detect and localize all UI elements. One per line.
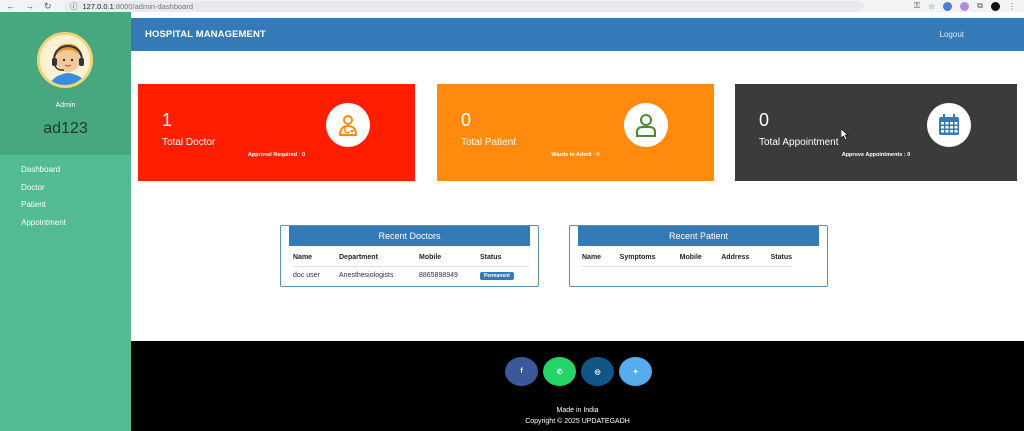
star-icon[interactable]: ☆ [928, 2, 935, 11]
sidebar-item-appointment[interactable]: Appointment [0, 214, 131, 232]
avatar-label: Admin [55, 102, 76, 109]
panel-title: Recent Patient [578, 226, 819, 246]
whatsapp-icon[interactable]: ✆ [543, 357, 576, 386]
url-path: :8000/admin-dashboard [113, 1, 194, 11]
social-links: f ✆ ◎ ✦ [505, 357, 652, 386]
card-count: 0 [759, 110, 770, 130]
status-badge: Permanent [480, 271, 514, 280]
footer-made-in: Made in India [556, 407, 599, 414]
browser-nav: ← → ↻ [0, 0, 64, 12]
doctor-icon [326, 103, 370, 147]
column-header: Status [480, 250, 529, 267]
column-header: Address [721, 250, 771, 267]
card-subtext: Wards to Admit : 0 [551, 152, 600, 158]
key-icon[interactable]: ⚿ [914, 1, 920, 11]
recent-patient-table: Name Symptoms Mobile Address Status [582, 250, 792, 267]
menu-icon[interactable]: ⋮ [1008, 2, 1016, 11]
avatar-icon [40, 35, 90, 85]
sidebar-item-dashboard[interactable]: Dashboard [0, 161, 131, 179]
doctor-mobile: 8865898949 [419, 271, 458, 279]
card-count: 0 [461, 110, 472, 130]
card-count: 1 [162, 110, 173, 130]
recent-doctors-panel: Recent Doctors Name Department Mobile St… [280, 225, 539, 287]
site-info-icon[interactable]: ⓘ [70, 1, 78, 12]
doctor-department: Anesthesiologists [339, 271, 394, 279]
table-row: doc user Anesthesiologists 8865898949 Pe… [293, 266, 529, 284]
extension-icon[interactable] [960, 1, 970, 11]
card-label: Total Appointment [759, 137, 839, 148]
total-appointment-card: 0 Total Appointment Approve Appointments… [735, 84, 1017, 181]
browser-toolbar: ← → ↻ ⓘ 127.0.0.1:8000/admin-dashboard ⚿… [0, 0, 1024, 12]
column-header: Mobile [419, 250, 480, 267]
recent-doctors-table: Name Department Mobile Status doc user A… [293, 250, 529, 284]
card-subtext: Approve Appointments : 0 [841, 152, 911, 158]
address-bar[interactable]: ⓘ 127.0.0.1:8000/admin-dashboard [64, 0, 864, 12]
card-subtext: Approval Required : 0 [247, 152, 306, 158]
recent-patient-panel: Recent Patient Name Symptoms Mobile Addr… [569, 225, 828, 287]
card-label: Total Doctor [162, 137, 216, 148]
back-icon[interactable]: ← [6, 0, 15, 12]
username: ad123 [43, 120, 88, 137]
panel-title: Recent Doctors [289, 226, 530, 246]
instagram-icon[interactable]: ◎ [581, 357, 614, 386]
browser-actions: ⚿ ☆ ⧉ ⋮ [914, 1, 1024, 11]
column-header: Name [582, 250, 620, 267]
url-host: 127.0.0.1 [82, 1, 114, 11]
sidebar-menu: Dashboard Doctor Patient Appointment [0, 155, 131, 231]
card-label: Total Patient [461, 137, 517, 148]
sidebar-item-doctor[interactable]: Doctor [0, 179, 131, 197]
doctor-name: doc user [293, 271, 320, 279]
user-icon [624, 103, 668, 147]
column-header: Name [293, 250, 339, 267]
column-header: Symptoms [619, 250, 680, 267]
footer: f ✆ ◎ ✦ Made in India Copyright © 2025 U… [131, 341, 1024, 431]
twitter-icon[interactable]: ✦ [619, 357, 652, 386]
avatar [37, 32, 93, 88]
sidebar-profile: Admin ad123 [0, 12, 131, 155]
total-doctor-card: 1 Total Doctor Approval Required : 0 [138, 84, 415, 181]
column-header: Status [770, 250, 792, 267]
total-patient-card: 0 Total Patient Wards to Admit : 0 [437, 84, 714, 181]
calendar-icon [927, 103, 971, 147]
footer-copyright: Copyright © 2025 UPDATEGADH [525, 418, 630, 425]
column-header: Mobile [679, 250, 722, 267]
sidebar-item-patient[interactable]: Patient [0, 196, 131, 214]
facebook-icon[interactable]: f [505, 357, 538, 386]
forward-icon[interactable]: → [25, 0, 34, 12]
profile-icon[interactable] [991, 1, 1000, 11]
header: HOSPITAL MANAGEMENT Logout [131, 18, 1024, 51]
reload-icon[interactable]: ↻ [44, 0, 52, 12]
page-title[interactable]: HOSPITAL MANAGEMENT [145, 29, 266, 40]
logout-link[interactable]: Logout [940, 30, 964, 39]
sidebar: Admin ad123 Dashboard Doctor Patient App… [0, 12, 131, 431]
column-header: Department [339, 250, 419, 267]
mouse-cursor-icon [840, 128, 849, 142]
extension-icon[interactable] [943, 1, 953, 11]
puzzle-icon[interactable]: ⧉ [977, 1, 983, 11]
